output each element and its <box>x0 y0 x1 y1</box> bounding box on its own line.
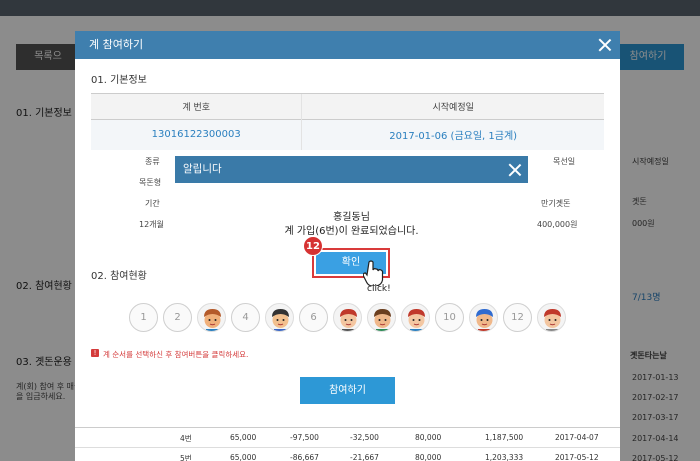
join-modal-title: 계 참여하기 <box>89 38 144 51</box>
fund-cell: 1,187,500 <box>485 433 524 442</box>
fund-cell: -86,667 <box>290 453 319 461</box>
section-basic-info: 01. 기본정보 <box>91 75 147 86</box>
slot-5-avatar[interactable] <box>265 303 294 332</box>
group-number-value: 13016122300003 <box>91 119 302 150</box>
start-date-value: 2017-01-06 (금요일, 1금계) <box>301 119 604 150</box>
fund-cell: 2017-04-07 <box>555 433 599 442</box>
alert-title: 알립니다 <box>183 163 222 175</box>
click-label: click! <box>367 284 391 294</box>
slot-9-avatar[interactable] <box>401 303 430 332</box>
fund-row-divider <box>75 447 620 448</box>
slot-8-avatar[interactable] <box>367 303 396 332</box>
slot-4-button[interactable]: 4 <box>231 303 260 332</box>
fund-cell: -97,500 <box>290 433 319 442</box>
alert-line-complete: 계 가입(6번)이 완료되었습니다. <box>284 226 419 237</box>
warning-icon: ! <box>91 349 99 357</box>
slot-12-button[interactable]: 12 <box>503 303 532 332</box>
fund-cell: 1,203,333 <box>485 453 524 461</box>
slot-1-button[interactable]: 1 <box>129 303 158 332</box>
header-start-date: 시작예정일 <box>301 93 604 120</box>
fund-cell: 4번 <box>180 434 192 443</box>
slot-2-button[interactable]: 2 <box>163 303 192 332</box>
close-icon[interactable] <box>598 38 612 52</box>
slot-row: 1 2 4 6 10 12 <box>129 303 569 333</box>
fund-cell: 80,000 <box>415 433 442 442</box>
fund-cell: -32,500 <box>350 433 379 442</box>
slot-11-avatar[interactable] <box>469 303 498 332</box>
slot-13-avatar[interactable] <box>537 303 566 332</box>
header-group-number: 계 번호 <box>91 93 302 120</box>
slot-10-button[interactable]: 10 <box>435 303 464 332</box>
section-participation: 02. 참여현황 <box>91 271 147 282</box>
fund-cell: -21,667 <box>350 453 379 461</box>
label-type: 종류 <box>145 157 160 166</box>
selection-notice: 계 순서를 선택하신 후 참여버튼을 클릭하세요. <box>103 350 249 359</box>
fund-cell: 65,000 <box>230 453 257 461</box>
fund-table-divider <box>75 427 620 428</box>
alert-line-user: 홍길동님 <box>333 212 370 223</box>
label-12-months: 12개월 <box>139 220 164 229</box>
slot-6-button[interactable]: 6 <box>299 303 328 332</box>
label-period: 기간 <box>145 199 160 208</box>
fund-cell: 65,000 <box>230 433 257 442</box>
alert-header: 알립니다 <box>175 156 528 183</box>
alert-close-icon[interactable] <box>508 163 522 177</box>
join-modal-header: 계 참여하기 <box>75 31 620 59</box>
basic-info-table: 계 번호 시작예정일 13016122300003 2017-01-06 (금요… <box>91 93 604 150</box>
label-lump-sum: 목돈형 <box>139 178 162 187</box>
label-maturity-amount: 400,000원 <box>537 220 578 229</box>
slot-7-avatar[interactable] <box>333 303 362 332</box>
fund-cell: 2017-05-12 <box>555 453 599 461</box>
slot-3-avatar[interactable] <box>197 303 226 332</box>
alert-dialog: 알립니다 홍길동님 계 가입(6번)이 완료되었습니다. 확인 12 click… <box>175 156 528 302</box>
fund-cell: 5번 <box>180 454 192 461</box>
label-maturity: 만기곗돈 <box>541 199 571 208</box>
label-right-1: 목선일 <box>553 157 576 166</box>
step-badge: 12 <box>303 236 323 256</box>
join-button[interactable]: 참여하기 <box>300 377 395 404</box>
fund-cell: 80,000 <box>415 453 442 461</box>
hand-cursor-icon <box>362 260 385 287</box>
